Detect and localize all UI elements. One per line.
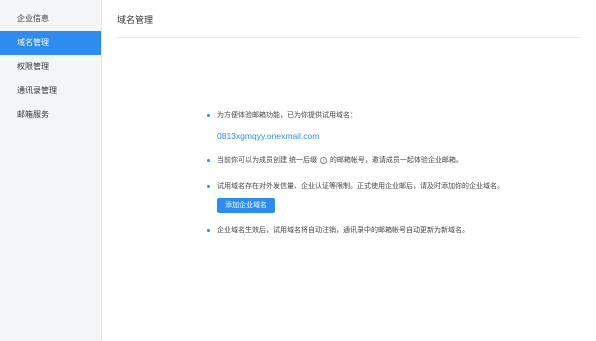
sidebar-item-mailbox-service[interactable]: 邮箱服务 (0, 103, 101, 127)
sidebar-item-permission-management[interactable]: 权限管理 (0, 55, 101, 79)
create-account-note-after: 的邮箱帐号，邀请成员一起体验企业邮箱。 (329, 157, 463, 164)
sidebar: 企业信息 域名管理 权限管理 通讯录管理 邮箱服务 (0, 0, 102, 341)
domain-effect-note: 企业域名生效后，试用域名将自动注销，通讯录中的邮箱帐号自动更新为新域名。 (207, 225, 537, 236)
bullet-dot (207, 229, 210, 232)
trial-domain-note: 为方便体验邮箱功能，已为你提供试用域名： (207, 110, 537, 121)
create-account-note: 当前你可以为成员创建 统一后缀 i 的邮箱帐号，邀请成员一起体验企业邮箱。 (207, 155, 537, 166)
sidebar-item-domain-management[interactable]: 域名管理 (0, 31, 101, 55)
domain-notes: 为方便体验邮箱功能，已为你提供试用域名： 0813xgmqyy.onexmail… (207, 110, 537, 236)
sidebar-item-contacts-management[interactable]: 通讯录管理 (0, 79, 101, 103)
add-enterprise-domain-button[interactable]: 添加企业域名 (217, 198, 275, 213)
trial-domain-note-text: 为方便体验邮箱功能，已为你提供试用域名： (217, 112, 357, 119)
bullet-dot (207, 114, 210, 117)
trial-limit-note: 试用域名存在对外发信量、企业认证等限制。正式使用企业邮后，请及时添加你的企业域名… (207, 181, 537, 192)
trial-domain-link[interactable]: 0813xgmqyy.onexmail.com (207, 130, 537, 142)
sidebar-item-company-info[interactable]: 企业信息 (0, 7, 101, 31)
domain-effect-note-text: 企业域名生效后，试用域名将自动注销，通讯录中的邮箱帐号自动更新为新域名。 (217, 227, 469, 234)
bullet-dot (207, 185, 210, 188)
main-panel: 域名管理 为方便体验邮箱功能，已为你提供试用域名： 0813xgmqyy.one… (102, 0, 596, 341)
page-title: 域名管理 (117, 15, 154, 25)
bullet-dot (207, 159, 210, 162)
info-icon[interactable]: i (319, 156, 327, 164)
trial-limit-note-text: 试用域名存在对外发信量、企业认证等限制。正式使用企业邮后，请及时添加你的企业域名… (217, 183, 504, 190)
title-divider (117, 37, 581, 38)
create-account-note-before: 当前你可以为成员创建 统一后缀 (217, 157, 317, 164)
